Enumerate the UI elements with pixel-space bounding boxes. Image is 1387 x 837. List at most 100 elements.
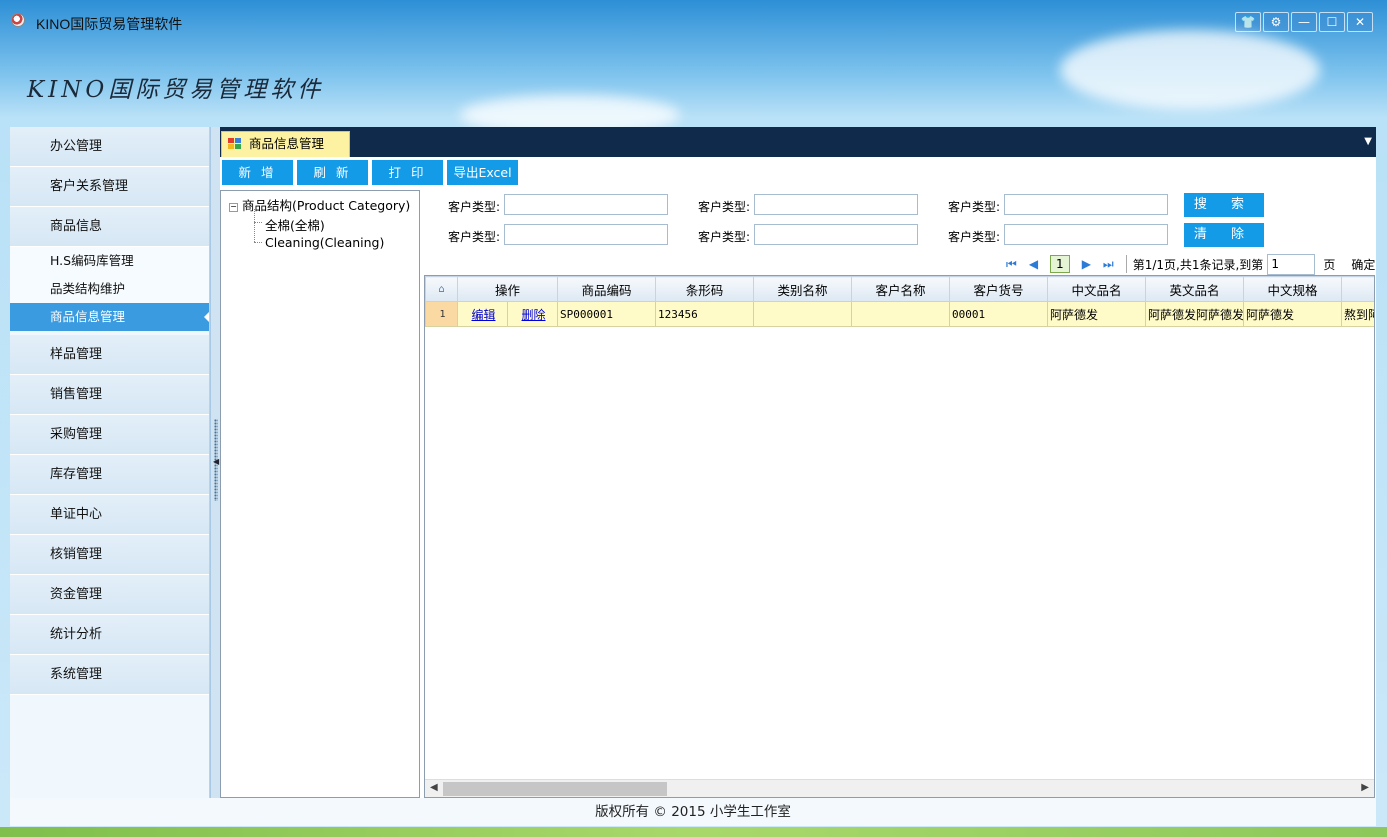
tab-menu-icon[interactable]: ▼ (1364, 136, 1372, 147)
tree-connector (254, 222, 262, 223)
cell-code[interactable]: SP000001 (557, 301, 657, 327)
column-header-customer-item-no[interactable]: 客户货号 (949, 276, 1049, 302)
sidebar-item-inventory[interactable]: 库存管理 (10, 455, 209, 495)
column-header-cn-spec[interactable]: 中文规格 (1243, 276, 1343, 302)
content-panel: 商品信息管理 ▼ 新 增 刷 新 打 印 导出Excel − 商品结构(Produ… (220, 127, 1376, 798)
sidebar-subitem-product-manage[interactable]: 商品信息管理 (10, 303, 209, 331)
tree-node-cotton[interactable]: 全棉(全棉) (265, 215, 325, 234)
sidebar-subitem-hs-code[interactable]: H.S编码库管理 (10, 247, 209, 275)
tab-product-info[interactable]: 商品信息管理 (221, 131, 350, 157)
column-header-cn-name[interactable]: 中文品名 (1047, 276, 1147, 302)
edit-link[interactable]: 编辑 (471, 308, 495, 322)
page-unit-label: 页 (1323, 257, 1336, 272)
cell-customer-item-no[interactable]: 00001 (949, 301, 1049, 327)
sidebar-item-product-info[interactable]: 商品信息 (10, 207, 209, 247)
current-page[interactable]: 1 (1050, 255, 1070, 273)
add-button[interactable]: 新 增 (222, 160, 293, 185)
window-controls: 👕 ⚙ — ☐ ✕ (1235, 12, 1373, 32)
tree-root-label: 商品结构(Product Category) (242, 198, 411, 213)
goto-page-input[interactable]: 1 (1267, 253, 1316, 275)
sidebar-item-funds[interactable]: 资金管理 (10, 575, 209, 615)
sidebar-item-sales[interactable]: 销售管理 (10, 375, 209, 415)
customer-type-label: 客户类型: (448, 200, 501, 214)
column-header-en-name[interactable]: 英文品名 (1145, 276, 1245, 302)
horizontal-scrollbar[interactable]: ◀ ▶ (425, 779, 1374, 797)
customer-type-label: 客户类型: (698, 230, 751, 244)
customer-type-input-2[interactable] (754, 194, 918, 215)
next-page-icon[interactable]: ▶ (1082, 257, 1091, 271)
prev-page-icon[interactable]: ◀ (1029, 257, 1038, 271)
cell-en-name[interactable]: 阿萨德发阿萨德发 (1145, 301, 1245, 327)
sidebar-subitem-category[interactable]: 品类结构维护 (10, 275, 209, 303)
export-excel-button[interactable]: 导出Excel (447, 160, 518, 185)
cell-customer[interactable] (851, 301, 951, 327)
cell-cn-spec[interactable]: 阿萨德发 (1243, 301, 1343, 327)
tree-collapse-icon[interactable]: − (229, 203, 238, 212)
tree-node-cleaning[interactable]: Cleaning(Cleaning) (265, 235, 384, 250)
search-form: 客户类型: 客户类型: 客户类型: 搜 索 客户类型: 客户类型: 客户类型: … (425, 190, 1376, 250)
customer-type-input-1[interactable] (504, 194, 668, 215)
main-area: 办公管理 客户关系管理 商品信息 H.S编码库管理 品类结构维护 商品信息管理 … (10, 127, 1376, 798)
first-page-icon[interactable]: ⏮ (1006, 257, 1017, 272)
close-button[interactable]: ✕ (1347, 12, 1373, 32)
sidebar-item-crm[interactable]: 客户关系管理 (10, 167, 209, 207)
toolbar: 新 增 刷 新 打 印 导出Excel (222, 160, 518, 185)
scroll-thumb[interactable] (443, 782, 667, 796)
cell-en-spec[interactable]: 熬到阿 (1341, 301, 1374, 327)
sidebar-splitter[interactable]: ◀ (210, 127, 220, 798)
customer-type-input-6[interactable] (1004, 224, 1168, 245)
table-row[interactable]: 1 编辑 删除 SP000001 123456 00001 阿萨德发 阿萨德发阿… (425, 301, 1374, 327)
footer-copyright: 版权所有 © 2015 小学生工作室 (10, 798, 1376, 826)
maximize-button[interactable]: ☐ (1319, 12, 1345, 32)
cloud-decoration (1060, 30, 1320, 110)
column-header-actions[interactable]: 操作 (456, 276, 559, 302)
minimize-button[interactable]: — (1291, 12, 1317, 32)
tree-connector (254, 209, 255, 242)
tab-strip: 商品信息管理 ▼ (220, 127, 1376, 157)
select-all-icon[interactable]: ⌂ (425, 276, 458, 302)
last-page-icon[interactable]: ⏭ (1103, 257, 1114, 272)
cell-barcode[interactable]: 123456 (655, 301, 755, 327)
sidebar-item-verification[interactable]: 核销管理 (10, 535, 209, 575)
refresh-button[interactable]: 刷 新 (297, 160, 368, 185)
product-table: ⌂ 操作 商品编码 条形码 类别名称 客户名称 客户货号 中文品名 英文品名 中… (425, 276, 1374, 327)
cell-category[interactable] (753, 301, 853, 327)
settings-gear-icon[interactable]: ⚙ (1263, 12, 1289, 32)
skin-icon[interactable]: 👕 (1235, 12, 1261, 32)
customer-type-input-3[interactable] (1004, 194, 1168, 215)
sidebar-item-system[interactable]: 系统管理 (10, 655, 209, 695)
pager-summary: 第1/1页,共1条记录,到第 (1132, 257, 1264, 272)
column-header-category[interactable]: 类别名称 (753, 276, 853, 302)
print-button[interactable]: 打 印 (372, 160, 443, 185)
scroll-left-icon[interactable]: ◀ (430, 782, 438, 793)
confirm-button[interactable]: 确定 (1351, 256, 1375, 273)
sidebar-item-documents[interactable]: 单证中心 (10, 495, 209, 535)
cell-cn-name[interactable]: 阿萨德发 (1047, 301, 1147, 327)
sidebar-item-purchase[interactable]: 采购管理 (10, 415, 209, 455)
row-number: 1 (425, 301, 458, 327)
table-header-row: ⌂ 操作 商品编码 条形码 类别名称 客户名称 客户货号 中文品名 英文品名 中… (425, 276, 1374, 302)
sidebar-item-samples[interactable]: 样品管理 (10, 335, 209, 375)
sidebar-item-office[interactable]: 办公管理 (10, 127, 209, 167)
column-header-customer[interactable]: 客户名称 (851, 276, 951, 302)
delete-link[interactable]: 删除 (522, 308, 546, 322)
scroll-right-icon[interactable]: ▶ (1361, 782, 1369, 793)
product-grid: ⌂ 操作 商品编码 条形码 类别名称 客户名称 客户货号 中文品名 英文品名 中… (424, 275, 1375, 798)
search-button[interactable]: 搜 索 (1184, 193, 1264, 217)
pager-divider (1125, 255, 1127, 273)
edit-link-cell: 编辑 (457, 301, 508, 327)
clear-button[interactable]: 清 除 (1184, 223, 1264, 247)
customer-type-input-4[interactable] (504, 224, 668, 245)
customer-type-label: 客户类型: (698, 200, 751, 214)
column-header-barcode[interactable]: 条形码 (655, 276, 755, 302)
customer-type-label: 客户类型: (448, 230, 501, 244)
banner-title: KINO国际贸易管理软件 (27, 77, 325, 103)
customer-type-label: 客户类型: (948, 200, 1001, 214)
column-header-en-spec[interactable]: 英 (1341, 276, 1374, 302)
tree-root[interactable]: − 商品结构(Product Category) (229, 195, 410, 214)
category-tree: − 商品结构(Product Category) 全棉(全棉) Cleaning(… (220, 190, 420, 798)
customer-type-input-5[interactable] (754, 224, 918, 245)
collapse-arrow-icon[interactable]: ◀ (213, 457, 219, 466)
column-header-code[interactable]: 商品编码 (557, 276, 657, 302)
sidebar-item-statistics[interactable]: 统计分析 (10, 615, 209, 655)
